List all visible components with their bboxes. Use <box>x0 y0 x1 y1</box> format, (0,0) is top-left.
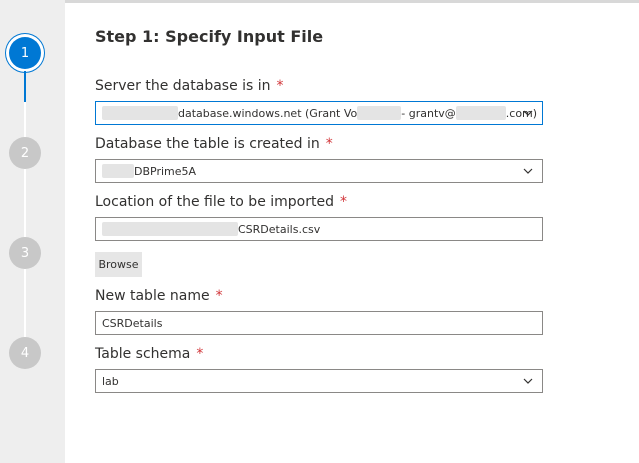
database-dropdown[interactable]: DBPrime5A <box>95 159 543 183</box>
page-title: Step 1: Specify Input File <box>95 27 324 46</box>
table-schema-value: lab <box>102 374 119 388</box>
database-label-text: Database the table is created in <box>95 136 320 152</box>
table-name-value: CSRDetails <box>102 316 163 330</box>
table-name-label-text: New table name <box>95 288 210 304</box>
file-location-label-text: Location of the file to be imported <box>95 194 334 210</box>
required-mark: * <box>215 288 223 304</box>
database-label: Database the table is created in * <box>95 136 333 152</box>
wizard-step-sidebar <box>0 0 65 463</box>
header-divider <box>65 0 639 3</box>
step-connector <box>24 102 26 138</box>
server-value-part: database.windows.net (Grant Vo <box>178 106 358 120</box>
redacted-text <box>102 164 134 178</box>
file-location-label: Location of the file to be imported * <box>95 194 347 210</box>
table-name-label: New table name * <box>95 288 223 304</box>
required-mark: * <box>325 136 333 152</box>
step-connector-active <box>24 71 26 102</box>
server-dropdown[interactable]: database.windows.net (Grant Vo - grantv@… <box>95 101 543 125</box>
step-indicator-2[interactable]: 2 <box>9 137 41 169</box>
table-name-input[interactable]: CSRDetails <box>95 311 543 335</box>
server-value-part: - grantv@ <box>401 106 456 120</box>
step-number: 4 <box>20 345 30 361</box>
database-value: DBPrime5A <box>134 164 197 178</box>
step-number: 2 <box>20 145 30 161</box>
step-indicator-1[interactable]: 1 <box>9 37 41 69</box>
chevron-down-icon <box>523 378 533 384</box>
table-schema-dropdown[interactable]: lab <box>95 369 543 393</box>
required-mark: * <box>276 78 284 94</box>
table-schema-label: Table schema * <box>95 346 203 362</box>
browse-button[interactable]: Browse <box>95 252 142 277</box>
redacted-text <box>102 222 238 236</box>
chevron-down-icon <box>523 110 533 116</box>
redacted-text <box>455 106 506 120</box>
file-location-value: CSRDetails.csv <box>238 222 321 236</box>
file-location-input[interactable]: CSRDetails.csv <box>95 217 543 241</box>
chevron-down-icon <box>523 168 533 174</box>
step-indicator-3[interactable]: 3 <box>9 237 41 269</box>
step-indicator-4[interactable]: 4 <box>9 337 41 369</box>
required-mark: * <box>196 346 204 362</box>
required-mark: * <box>339 194 347 210</box>
server-label-text: Server the database is in <box>95 78 271 94</box>
step-number: 3 <box>20 245 30 261</box>
step-connector <box>24 269 26 337</box>
redacted-text <box>102 106 178 120</box>
table-schema-label-text: Table schema <box>95 346 191 362</box>
redacted-text <box>357 106 402 120</box>
step-number: 1 <box>20 45 30 61</box>
step-connector <box>24 169 26 237</box>
server-label: Server the database is in * <box>95 78 284 94</box>
